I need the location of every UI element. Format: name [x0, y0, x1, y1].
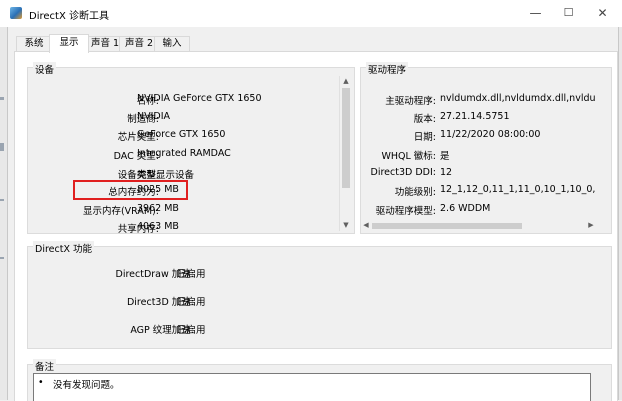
driver-label-main: 主驱动程序:	[385, 96, 436, 107]
window-title: DirectX 诊断工具	[29, 11, 109, 22]
maximize-icon[interactable]: ☐	[552, 0, 585, 27]
feature-value-direct3d: 已启用	[177, 297, 206, 308]
close-icon[interactable]: ✕	[586, 0, 619, 27]
feature-value-directdraw: 已启用	[177, 269, 206, 280]
driver-group-title: 驱动程序	[366, 62, 409, 76]
scroll-left-icon[interactable]: ◀	[362, 221, 370, 230]
driver-hscrollbar[interactable]: ◀ ▶	[361, 221, 597, 231]
directx-features-title: DirectX 功能	[33, 241, 94, 255]
device-value-name: NVIDIA GeForce GTX 1650	[137, 93, 262, 104]
device-value-chip-type: GeForce GTX 1650	[137, 129, 226, 140]
edge-mark	[0, 97, 4, 100]
driver-value-version: 27.21.14.5751	[440, 111, 510, 122]
directx-app-icon	[10, 7, 22, 19]
driver-value-d3d-ddi: 12	[440, 167, 453, 178]
driver-value-main: nvldumdx.dll,nvldumdx.dll,nvldumdx.d	[440, 93, 596, 104]
feature-value-agp: 已启用	[177, 325, 206, 336]
total-memory-highlight	[73, 180, 188, 200]
driver-list[interactable]: 主驱动程序: nvldumdx.dll,nvldumdx.dll,nvldumd…	[360, 76, 596, 221]
driver-label-feature-levels: 功能级别:	[394, 187, 436, 198]
driver-value-feature-levels: 12_1,12_0,11_1,11_0,10_1,10_0,9_3,9_2	[440, 184, 596, 195]
edge-mark	[0, 199, 4, 201]
device-value-shared-memory: 4063 MB	[137, 221, 179, 232]
device-value-vram: 3962 MB	[137, 203, 179, 214]
tab-system[interactable]: 系统	[16, 36, 52, 52]
edge-mark	[0, 143, 4, 151]
notes-title: 备注	[33, 359, 57, 373]
device-value-device-type: 完整显示设备	[137, 170, 195, 181]
driver-label-version: 版本:	[413, 114, 436, 125]
notes-item: 没有发现问题。	[53, 380, 120, 391]
device-value-manufacturer: NVIDIA	[137, 111, 171, 122]
directx-features-group: DirectX 功能 DirectDraw 加速: 已启用 Direct3D 加…	[27, 241, 612, 349]
device-list[interactable]: 名称: NVIDIA GeForce GTX 1650 制造商: NVIDIA …	[27, 76, 337, 235]
tab-sound-2[interactable]: 声音 2	[119, 36, 159, 52]
title-bar[interactable]: DirectX 诊断工具 — ☐ ✕	[0, 0, 622, 27]
notes-list[interactable]: • 没有发现问题。	[33, 373, 591, 401]
scroll-down-icon[interactable]: ▼	[340, 221, 352, 230]
scroll-up-icon[interactable]: ▲	[340, 77, 352, 86]
driver-value-model: 2.6 WDDM	[440, 203, 491, 214]
device-scrollbar[interactable]: ▲ ▼	[339, 76, 352, 231]
driver-label-whql: WHQL 徽标:	[381, 151, 436, 162]
left-window-edge	[0, 27, 8, 400]
device-group-title: 设备	[33, 62, 57, 76]
tab-display[interactable]: 显示	[49, 34, 89, 53]
driver-hscrollbar-thumb[interactable]	[372, 223, 522, 229]
tab-input[interactable]: 输入	[154, 36, 190, 52]
driver-label-model: 驱动程序模型:	[375, 206, 436, 217]
scroll-right-icon[interactable]: ▶	[587, 221, 595, 230]
bullet-icon: •	[38, 377, 44, 388]
driver-value-whql: 是	[440, 151, 450, 162]
device-value-dac-type: Integrated RAMDAC	[137, 148, 231, 159]
driver-value-date: 11/22/2020 08:00:00	[440, 129, 541, 140]
driver-label-date: 日期:	[413, 132, 436, 143]
driver-label-d3d-ddi: Direct3D DDI:	[370, 167, 436, 178]
edge-mark	[0, 257, 4, 259]
device-scrollbar-thumb[interactable]	[342, 88, 350, 188]
minimize-icon[interactable]: —	[519, 0, 552, 27]
right-window-edge	[618, 27, 622, 400]
